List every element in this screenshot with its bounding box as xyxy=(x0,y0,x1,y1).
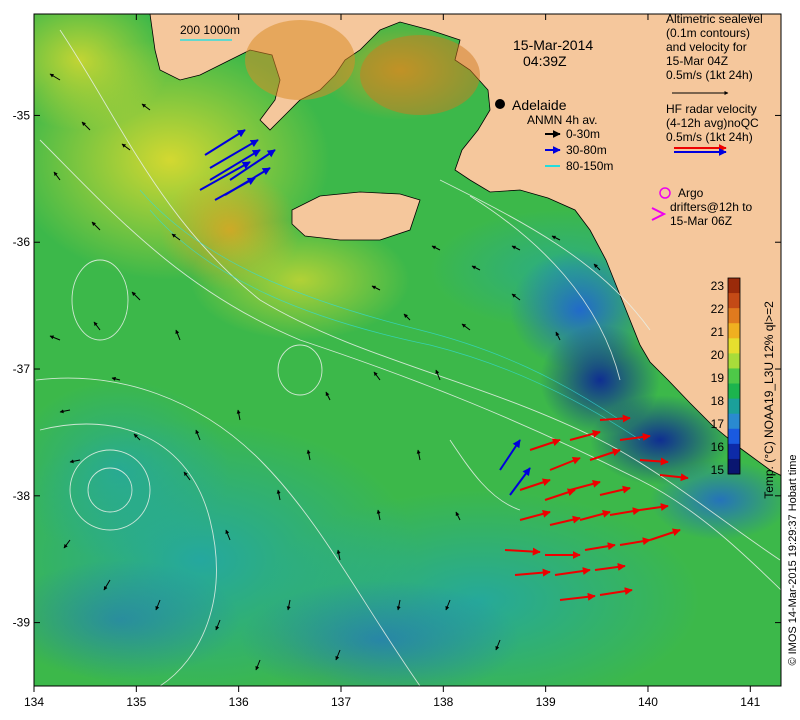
anmn-legend-item-0: 0-30m xyxy=(566,127,600,141)
x-tick-label: 135 xyxy=(126,695,146,709)
argo-legend-line-0: Argo xyxy=(678,186,704,200)
y-tick-label: -39 xyxy=(13,616,31,630)
colorbar-tick-label: 22 xyxy=(711,302,725,316)
colorbar-segment xyxy=(728,353,740,369)
altimetry-legend-line-4: 0.5m/s (1kt 24h) xyxy=(666,68,753,82)
colorbar-tick-label: 17 xyxy=(711,417,725,431)
colorbar-segment xyxy=(728,398,740,415)
y-tick-label: -38 xyxy=(13,489,31,503)
adelaide-marker xyxy=(495,99,505,109)
colorbar-segment xyxy=(728,278,740,294)
x-tick-label: 137 xyxy=(331,695,351,709)
scale-bar-label: 200 1000m xyxy=(180,23,240,37)
altimetry-legend-line-1: (0.1m contours) xyxy=(666,26,750,40)
altimetry-legend-line-3: 15-Mar 04Z xyxy=(666,54,728,68)
colorbar-segment xyxy=(728,428,740,445)
colorbar-tick-label: 18 xyxy=(711,394,725,408)
colorbar-segment xyxy=(728,458,740,475)
colorbar-tick-label: 19 xyxy=(711,371,725,385)
x-tick-label: 141 xyxy=(740,695,760,709)
anmn-legend-title: ANMN 4h av. xyxy=(527,113,597,127)
anmn-legend-item-1: 30-80m xyxy=(566,143,607,157)
x-tick-label: 139 xyxy=(536,695,556,709)
colorbar-tick-label: 16 xyxy=(711,440,725,454)
colorbar-tick-label: 15 xyxy=(711,463,725,477)
colorbar-tick-label: 21 xyxy=(711,325,725,339)
map-time: 04:39Z xyxy=(523,53,567,69)
colorbar-segment xyxy=(728,383,740,400)
colorbar-segment xyxy=(728,323,740,339)
colorbar-segment xyxy=(728,293,740,309)
map-date: 15-Mar-2014 xyxy=(513,37,593,53)
hf-legend-line-0: HF radar velocity xyxy=(666,102,757,116)
colorbar-tick-label: 23 xyxy=(711,279,725,293)
colorbar-label: Temp. (°C) NOAA19_L3U 12% ql>=2 xyxy=(762,301,776,499)
colorbar-segment xyxy=(728,308,740,324)
colorbar-segment xyxy=(728,338,740,354)
y-tick-label: -36 xyxy=(13,235,31,249)
colorbar-tick-label: 20 xyxy=(711,348,725,362)
sea-surface-temperature-map: 200 1000m 15-Mar-2014 04:39Z Adelaide AN… xyxy=(13,12,799,709)
hf-legend-line-1: (4-12h avg)noQC xyxy=(666,116,759,130)
colorbar-segment xyxy=(728,413,740,430)
y-tick-label: -37 xyxy=(13,362,31,376)
colorbar-segment xyxy=(728,443,740,460)
colorbar-segment xyxy=(728,368,740,385)
anmn-legend-item-2: 80-150m xyxy=(566,159,613,173)
argo-legend-line-2: 15-Mar 06Z xyxy=(670,214,732,228)
adelaide-label: Adelaide xyxy=(512,97,567,113)
altimetry-legend-line-2: and velocity for xyxy=(666,40,747,54)
x-tick-label: 134 xyxy=(24,695,44,709)
hf-legend-line-2: 0.5m/s (1kt 24h) xyxy=(666,130,753,144)
x-tick-label: 136 xyxy=(229,695,249,709)
altimetry-legend-line-0: Altimetric sealevel xyxy=(666,12,763,26)
x-tick-label: 140 xyxy=(638,695,658,709)
x-tick-label: 138 xyxy=(433,695,453,709)
credit-text: © IMOS 14-Mar-2015 19:29:37 Hobart time xyxy=(787,454,799,665)
argo-legend-line-1: drifters@12h to xyxy=(670,200,753,214)
y-tick-label: -35 xyxy=(13,108,31,122)
